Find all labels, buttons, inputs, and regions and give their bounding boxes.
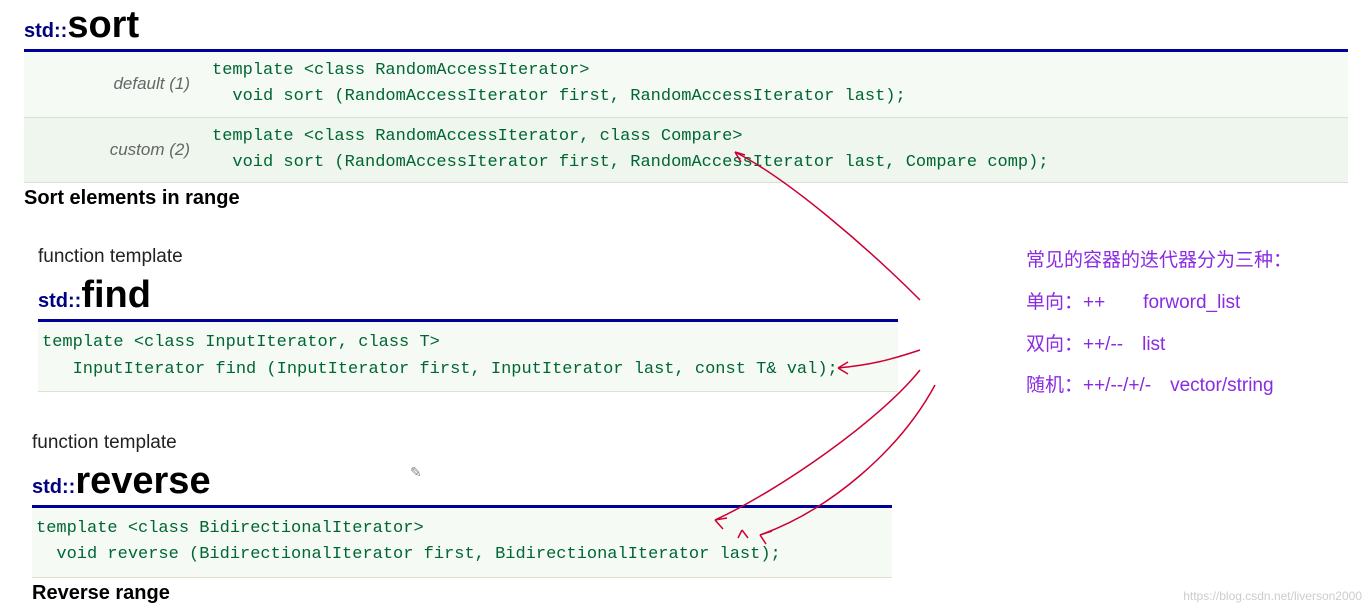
sort-name: sort: [67, 4, 139, 46]
sort-section-title: Sort elements in range: [24, 187, 1348, 210]
reverse-section-title: Reverse range: [32, 582, 892, 605]
sig-label-custom: custom (2): [24, 117, 204, 183]
std-namespace: std::: [24, 20, 67, 42]
iterator-annotations: 常见的容器的迭代器分为三种： 单向：++ forword_list 双向：++/…: [1026, 240, 1292, 407]
reverse-name: reverse: [75, 460, 210, 502]
sig-code-custom: template <class RandomAccessIterator, cl…: [204, 117, 1348, 183]
reverse-block: function template std::reverse template …: [32, 432, 892, 605]
sort-signatures: default (1) template <class RandomAccess…: [24, 52, 1348, 183]
find-signature: template <class InputIterator, class T> …: [38, 322, 898, 392]
find-name: find: [81, 274, 151, 316]
std-namespace: std::: [38, 290, 81, 312]
sort-title: std::sort: [24, 0, 1348, 47]
reverse-ft-label: function template: [32, 432, 892, 454]
sort-block: std::sort default (1) template <class Ra…: [24, 0, 1348, 210]
find-ft-label: function template: [38, 246, 898, 268]
find-block: function template std::find template <cl…: [38, 246, 898, 392]
annot-unidir: 单向：++ forword_list: [1026, 282, 1292, 324]
reverse-signature: template <class BidirectionalIterator> v…: [32, 508, 892, 578]
sort-sig-custom: custom (2) template <class RandomAccessI…: [24, 117, 1348, 183]
std-namespace: std::: [32, 476, 75, 498]
watermark-text: https://blog.csdn.net/liverson2000: [1183, 589, 1362, 603]
pencil-icon: ✎: [410, 464, 422, 481]
annot-title: 常见的容器的迭代器分为三种：: [1026, 240, 1292, 282]
reverse-title: std::reverse: [32, 456, 892, 503]
sig-code-default: template <class RandomAccessIterator> vo…: [204, 52, 1348, 117]
sig-label-default: default (1): [24, 52, 204, 117]
find-title: std::find: [38, 270, 898, 317]
annot-random: 随机：++/--/+/- vector/string: [1026, 365, 1292, 407]
sort-sig-default: default (1) template <class RandomAccess…: [24, 52, 1348, 117]
annot-bidir: 双向：++/-- list: [1026, 324, 1292, 366]
